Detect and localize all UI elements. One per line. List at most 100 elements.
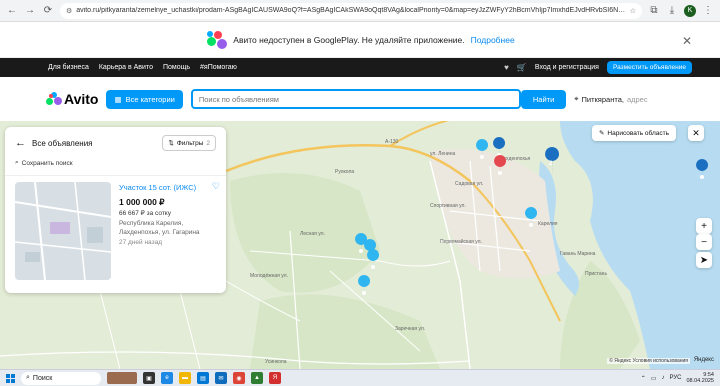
zoom-out-button[interactable]: − [696, 234, 712, 250]
store-icon[interactable]: ▤ [197, 372, 209, 384]
taskbar-search-label: Поиск [32, 374, 53, 382]
nav-item-help[interactable]: Помощь [163, 64, 190, 71]
address-bar[interactable]: ⚙ avito.ru/pitkyaranta/zemelnye_uchastki… [60, 2, 642, 19]
back-arrow-icon[interactable]: ← [6, 5, 18, 17]
extensions-icon[interactable]: ⧉ [648, 5, 660, 17]
yandex-browser-icon[interactable]: Я [269, 372, 281, 384]
sliders-icon: ⇅ [168, 140, 174, 147]
banner-text: Авито недоступен в GooglePlay. Не удаляй… [233, 34, 465, 45]
menu-icon[interactable]: ⋮ [702, 5, 714, 17]
filters-count: 2 [206, 139, 210, 147]
search-input[interactable] [190, 89, 521, 109]
task-view-icon[interactable]: ▣ [143, 372, 155, 384]
cluster-count: 2 [549, 161, 553, 167]
nav-item-career[interactable]: Карьера в Авито [99, 64, 153, 71]
search-icon: ⌕ [26, 374, 30, 381]
windows-start-icon[interactable] [6, 373, 15, 383]
city-name: Питкяранта, [581, 94, 624, 104]
network-icon[interactable]: ▭ [651, 375, 657, 382]
geolocation-icon[interactable]: ➤ [696, 252, 712, 268]
location-selector[interactable]: ⌖ Питкяранта, адрес [574, 94, 647, 104]
save-search-label: Сохранить поиск [21, 159, 73, 167]
chevron-up-icon[interactable]: ⌃ [641, 375, 646, 382]
browser-toolbar: ← → ⟳ ⚙ avito.ru/pitkyaranta/zemelnye_uc… [0, 0, 720, 22]
map-label-karelia: Карелия [538, 221, 558, 227]
nav-item-business[interactable]: Для бизнеса [48, 64, 89, 71]
reload-icon[interactable]: ⟳ [42, 5, 54, 17]
widgets-icon[interactable] [107, 372, 137, 384]
logo-text: Avito [64, 91, 99, 107]
avito-logo[interactable]: Avito [46, 91, 98, 107]
language-indicator[interactable]: РУС [669, 375, 681, 381]
save-search-button[interactable]: ⌕ Сохранить поиск [5, 151, 226, 167]
map-label-sportivnaya: Спортивная ул. [430, 203, 466, 209]
map-label-usinkola: Усинкола [265, 359, 287, 365]
map-label-molodezhnaya: Молодёжная ул. [250, 273, 288, 279]
map-label-pristan: Пристань [585, 271, 608, 277]
search-icon: ⌕ [15, 159, 19, 166]
mail-icon[interactable]: ✉ [215, 372, 227, 384]
map-attribution[interactable]: © Яндекс Условия использования [607, 358, 690, 364]
map-label-sadovaya: Садовая ул. [455, 181, 484, 187]
listing-price-per-unit: 66 667 ₽ за сотку [119, 210, 171, 217]
download-icon[interactable]: ⤓ [666, 5, 678, 17]
listing-card[interactable]: Участок 15 сот. (ИЖС) 1 000 000 ₽ 66 667… [5, 176, 226, 286]
yandex-logo: Яндекс [693, 357, 714, 363]
forward-arrow-icon[interactable]: → [24, 5, 36, 17]
map-label-lenina: ул. Ленина [430, 151, 456, 157]
site-info-icon[interactable]: ⚙ [66, 7, 72, 15]
listing-address-region: Республика Карелия, [119, 220, 184, 227]
clock-date: 08.04.2025 [686, 378, 714, 384]
map-label-pervomayskaya: Первомайская ул. [440, 239, 482, 245]
pencil-icon: ✎ [598, 130, 605, 137]
draw-area-button[interactable]: ✎ Нарисовать область [591, 125, 676, 141]
listing-address-street: Лахденпохья, ул. Гагарина [119, 229, 200, 237]
chrome-icon[interactable]: ◉ [233, 372, 245, 384]
close-map-icon[interactable]: ✕ [688, 125, 704, 141]
system-tray: ⌃ ▭ ♪ РУС 9:54 08.04.2025 [641, 372, 720, 384]
categories-button[interactable]: ▦ Все категории [106, 89, 183, 109]
nav-item-yapomogayu[interactable]: #яПомогаю [200, 64, 237, 71]
heart-outline-icon[interactable]: ♡ [212, 181, 220, 192]
search-row: Avito ▦ Все категории Найти ⌖ Питкяранта… [0, 77, 720, 121]
listing-price: 1 000 000 ₽ [119, 197, 165, 207]
map-label-zarechnaya: Заречная ул. [395, 326, 426, 332]
banner-more-link[interactable]: Подробнее [471, 35, 515, 45]
map-label-road: А-130 [385, 139, 399, 145]
find-button[interactable]: Найти [520, 89, 567, 109]
map-label-ruokola: Руокола [335, 169, 355, 175]
clock[interactable]: 9:54 08.04.2025 [686, 372, 714, 384]
listing-posted: 27 дней назад [119, 238, 162, 246]
close-icon[interactable]: ✕ [682, 34, 692, 48]
windows-taskbar: ⌕ Поиск ▣ e ▬ ▤ ✉ ◉ ▲ Я ⌃ ▭ ♪ РУС 9:54 0… [0, 369, 720, 386]
file-explorer-icon[interactable]: ▬ [179, 372, 191, 384]
listing-thumbnail[interactable] [15, 182, 111, 280]
app-banner: Авито недоступен в GooglePlay. Не удаляй… [0, 22, 720, 58]
all-ads-link[interactable]: Все объявления [32, 139, 93, 148]
map-thumbnail-image [15, 182, 111, 280]
top-nav: Для бизнеса Карьера в Авито Помощь #яПом… [0, 58, 720, 77]
cart-icon[interactable]: 🛒 [517, 63, 527, 72]
volume-icon[interactable]: ♪ [661, 375, 664, 381]
bookmark-star-icon[interactable]: ☆ [630, 7, 636, 15]
filters-label: Фильтры [176, 139, 204, 147]
app-icon[interactable]: ▲ [251, 372, 263, 384]
location-pin-icon: ⌖ [574, 94, 579, 103]
profile-avatar[interactable]: K [684, 4, 696, 17]
city-address: адрес [626, 94, 648, 104]
filters-button[interactable]: ⇅ Фильтры 2 [162, 135, 216, 151]
results-panel: ← Все объявления ⇅ Фильтры 2 ⌕ Сохранить… [5, 127, 226, 293]
taskbar-search[interactable]: ⌕ Поиск [21, 371, 101, 385]
listing-title[interactable]: Участок 15 сот. (ИЖС) [119, 183, 200, 192]
avito-app-logo-icon [205, 29, 228, 51]
login-link[interactable]: Вход и регистрация [535, 64, 599, 71]
heart-icon[interactable]: ♥ [504, 63, 509, 72]
map-label-marina: Гавань Марина [560, 251, 596, 257]
zoom-in-button[interactable]: + [696, 218, 712, 234]
post-ad-button[interactable]: Разместить объявление [606, 61, 692, 74]
back-arrow-icon[interactable]: ← [15, 137, 26, 149]
categories-label: Все категории [125, 94, 175, 104]
url-text: avito.ru/pitkyaranta/zemelnye_uchastki/p… [76, 7, 625, 14]
edge-icon[interactable]: e [161, 372, 173, 384]
grid-icon: ▦ [114, 94, 122, 104]
